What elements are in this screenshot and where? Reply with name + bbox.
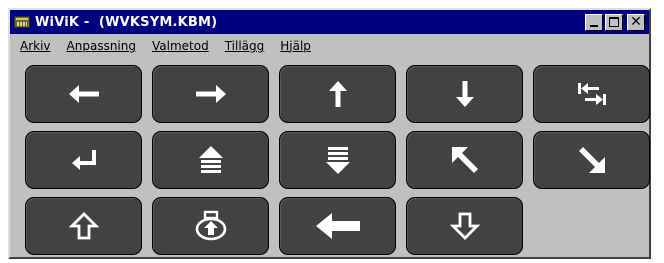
close-button[interactable]: ✕ bbox=[627, 13, 645, 31]
enter-icon bbox=[71, 150, 96, 170]
arrow-right-icon bbox=[195, 85, 226, 103]
menu-hjalp[interactable]: Hjälp bbox=[280, 39, 311, 53]
menu-arkiv[interactable]: Arkiv bbox=[20, 39, 51, 53]
key-caps-lock[interactable] bbox=[152, 197, 269, 255]
key-backspace[interactable] bbox=[279, 197, 396, 255]
menu-bar: Arkiv Anpassning Valmetod Tillägg Hjälp bbox=[10, 36, 649, 56]
key-arrow-up[interactable] bbox=[279, 65, 396, 123]
arrow-down-icon bbox=[455, 81, 474, 107]
onscreen-keyboard bbox=[25, 65, 651, 261]
shift-down-icon bbox=[449, 212, 480, 240]
key-enter[interactable] bbox=[25, 131, 142, 189]
menu-tillagg[interactable]: Tillägg bbox=[225, 39, 265, 53]
key-tab[interactable] bbox=[533, 65, 650, 123]
key-arrow-left[interactable] bbox=[25, 65, 142, 123]
title-bar[interactable]: WiViK - (WVKSYM.KBM) ✕ bbox=[10, 10, 649, 34]
menu-anpassning[interactable]: Anpassning bbox=[67, 39, 136, 53]
title-buttons: ✕ bbox=[585, 13, 645, 31]
wivik-window: WiViK - (WVKSYM.KBM) ✕ Arkiv Anpassning … bbox=[8, 8, 651, 259]
close-icon: ✕ bbox=[630, 13, 642, 30]
page-up-icon bbox=[198, 146, 223, 173]
backspace-icon bbox=[315, 213, 360, 239]
key-page-up[interactable] bbox=[152, 131, 269, 189]
tab-icon bbox=[577, 83, 606, 105]
key-arrow-down[interactable] bbox=[406, 65, 523, 123]
keyboard-app-icon[interactable] bbox=[14, 16, 30, 28]
home-icon bbox=[451, 147, 478, 173]
arrow-left-icon bbox=[68, 85, 99, 103]
key-shift[interactable] bbox=[25, 197, 142, 255]
end-icon bbox=[578, 147, 605, 173]
window-title: WiViK - (WVKSYM.KBM) bbox=[35, 14, 218, 30]
key-arrow-right[interactable] bbox=[152, 65, 269, 123]
caps-lock-icon bbox=[195, 210, 226, 241]
page-down-icon bbox=[325, 147, 350, 174]
minimize-button[interactable] bbox=[585, 13, 603, 31]
key-end[interactable] bbox=[533, 131, 650, 189]
shift-icon bbox=[68, 212, 99, 240]
maximize-button[interactable] bbox=[605, 13, 623, 31]
key-shift-down[interactable] bbox=[406, 197, 523, 255]
arrow-up-icon bbox=[328, 81, 347, 107]
key-page-down[interactable] bbox=[279, 131, 396, 189]
key-home[interactable] bbox=[406, 131, 523, 189]
menu-valmetod[interactable]: Valmetod bbox=[152, 39, 209, 53]
